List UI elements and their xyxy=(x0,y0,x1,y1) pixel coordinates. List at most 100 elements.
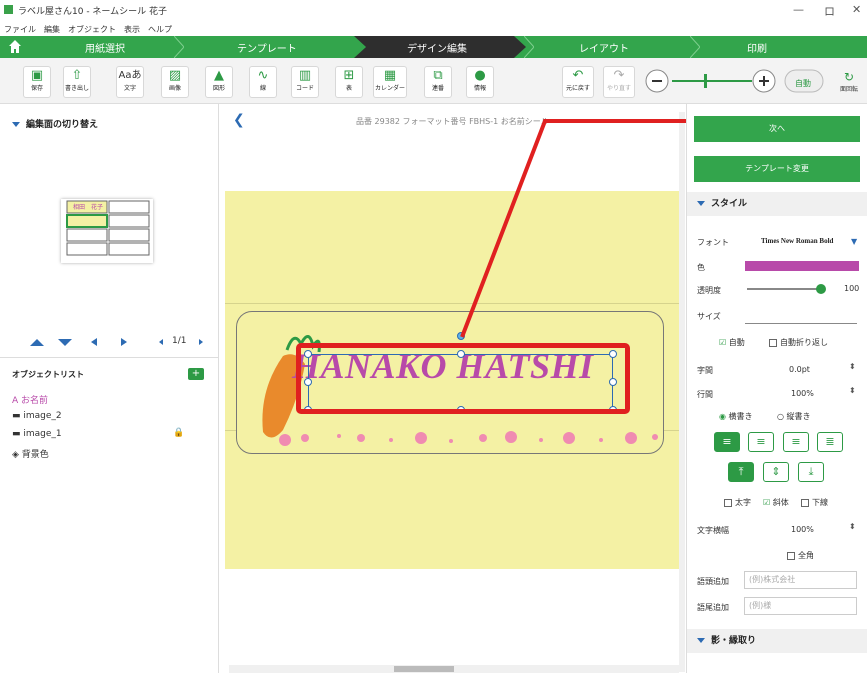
char-width-value[interactable]: 100% xyxy=(791,525,814,534)
window-title: ラベル屋さん10 - ネームシール 花子 xyxy=(18,7,168,17)
align-left-button[interactable]: ≡ xyxy=(714,432,740,452)
checkbox-icon xyxy=(787,551,795,560)
opacity-slider[interactable] xyxy=(745,282,831,296)
text-button[interactable]: Aaあ 文字 xyxy=(116,66,144,98)
rotate-button[interactable]: ↻ 面回転 xyxy=(836,70,862,93)
export-icon: ⇧ xyxy=(71,68,83,83)
prev-small-icon[interactable] xyxy=(159,339,163,345)
step-paper-select[interactable]: 用紙選択 xyxy=(85,40,125,55)
menu-object[interactable]: オブジェクト xyxy=(68,24,116,36)
rotate-handle[interactable] xyxy=(457,332,465,340)
spinner-icon[interactable]: ⬍ xyxy=(849,362,856,371)
edit-face-header[interactable]: 編集面の切り替え xyxy=(12,117,98,130)
line-spacing-value[interactable]: 100% xyxy=(791,389,814,398)
valign-top-button[interactable]: ⤒ xyxy=(728,462,754,482)
save-button[interactable]: ▣ 保存 xyxy=(23,66,51,98)
title-bar: ラベル屋さん10 - ネームシール 花子 — ロ ✕ xyxy=(0,0,867,24)
calendar-button[interactable]: ▦ カレンダー xyxy=(373,66,407,98)
step-layout[interactable]: レイアウト xyxy=(579,40,629,55)
step-design-edit[interactable]: デザイン編集 xyxy=(407,40,467,55)
barcode-button[interactable]: ▥ コード xyxy=(291,66,319,98)
add-folder-button[interactable]: + xyxy=(188,368,204,380)
vertical-radio[interactable]: ○ 縦書き xyxy=(777,411,811,422)
checked-icon: ☑ xyxy=(719,338,727,347)
bold-checkbox[interactable]: 太字 xyxy=(724,497,751,508)
collapse-icon xyxy=(697,201,705,206)
page-first-icon[interactable] xyxy=(30,339,44,346)
export-button[interactable]: ⇧ 書き出し xyxy=(63,66,91,98)
template-change-button[interactable]: テンプレート変更 xyxy=(694,156,860,182)
home-icon[interactable] xyxy=(9,40,21,53)
sequence-button[interactable]: ⧉ 連番 xyxy=(424,66,452,98)
page-thumbnail[interactable]: 相田 花子 xyxy=(61,199,153,263)
checkbox-icon xyxy=(769,338,777,347)
fullwidth-checkbox[interactable]: 全角 xyxy=(787,550,814,561)
menu-help[interactable]: ヘルプ xyxy=(148,24,172,36)
minimize-button[interactable]: — xyxy=(793,3,804,16)
zoom-auto-button[interactable]: 自動 xyxy=(795,78,811,89)
info-button[interactable]: ● 情報 xyxy=(466,66,494,98)
valign-middle-button[interactable]: ⇕ xyxy=(763,462,789,482)
lock-icon[interactable]: 🔒 xyxy=(173,428,184,438)
person-icon: ● xyxy=(474,68,486,83)
format-info: 品番 29382 フォーマット番号 FBHS-1 お名前シール xyxy=(356,117,549,126)
page-next-icon[interactable] xyxy=(121,338,127,346)
font-select[interactable]: Times New Roman Bold xyxy=(761,237,833,245)
maximize-button[interactable]: ロ xyxy=(824,3,835,19)
prefix-input[interactable]: (例)株式会社 xyxy=(744,571,857,589)
image-button[interactable]: ▨ 画像 xyxy=(161,66,189,98)
canvas-area: ❮ 品番 29382 フォーマット番号 FBHS-1 お名前シール HANAKO… xyxy=(218,104,685,673)
align-justify-button[interactable]: ≣ xyxy=(817,432,843,452)
step-template[interactable]: テンプレート xyxy=(237,40,297,55)
auto-wrap-checkbox[interactable]: 自動折り返し xyxy=(769,337,828,348)
collapse-left-icon[interactable]: ❮ xyxy=(233,112,245,128)
page-last-icon[interactable] xyxy=(58,339,72,346)
align-center-button[interactable]: ≡ xyxy=(748,432,774,452)
horizontal-radio[interactable]: ◉ 横書き xyxy=(719,411,753,422)
char-spacing-value[interactable]: 0.0pt xyxy=(789,365,810,374)
object-item-name[interactable]: A お名前 xyxy=(12,393,48,406)
spinner-icon[interactable]: ⬍ xyxy=(849,386,856,395)
scroll-thumb[interactable] xyxy=(394,666,454,672)
undo-button[interactable]: ↶ 元に戻す xyxy=(562,66,594,98)
checked-icon: ☑ xyxy=(763,498,771,507)
background-object-icon: ◈ xyxy=(12,450,19,460)
italic-checkbox[interactable]: ☑ 斜体 xyxy=(763,497,789,508)
close-button[interactable]: ✕ xyxy=(852,3,861,16)
size-input[interactable] xyxy=(745,323,857,324)
auto-checkbox[interactable]: ☑ 自動 xyxy=(719,337,745,348)
align-right-button[interactable]: ≡ xyxy=(783,432,809,452)
table-icon: ⊞ xyxy=(343,68,355,83)
style-section-header[interactable]: スタイル xyxy=(687,192,867,216)
barcode-icon: ▥ xyxy=(298,68,312,83)
shadow-section-header[interactable]: 影・縁取り xyxy=(687,629,867,653)
shape-button[interactable]: ▲ 図形 xyxy=(205,66,233,98)
next-button[interactable]: 次へ xyxy=(694,116,860,142)
highlight-box xyxy=(296,343,630,414)
app-icon xyxy=(4,5,13,14)
valign-bottom-button[interactable]: ⤓ xyxy=(798,462,824,482)
redo-button[interactable]: ↷ やり直す xyxy=(603,66,635,98)
collapse-icon xyxy=(12,122,20,127)
page-prev-icon[interactable] xyxy=(91,338,97,346)
horizontal-scrollbar[interactable] xyxy=(229,665,679,673)
text-object-icon: A xyxy=(12,396,19,406)
step-print[interactable]: 印刷 xyxy=(747,40,767,55)
vertical-scrollbar[interactable] xyxy=(679,112,685,672)
underline-checkbox[interactable]: 下線 xyxy=(801,497,828,508)
spinner-icon[interactable]: ⬍ xyxy=(849,522,856,531)
menu-bar: ファイル 編集 オブジェクト 表示 ヘルプ xyxy=(0,24,867,36)
object-item-image2[interactable]: ▬ image_2 xyxy=(12,411,62,421)
color-picker[interactable] xyxy=(745,261,859,271)
suffix-input[interactable]: (例)様 xyxy=(744,597,857,615)
table-button[interactable]: ⊞ 表 xyxy=(335,66,363,98)
line-button[interactable]: ∿ 線 xyxy=(249,66,277,98)
object-item-image1[interactable]: ▬ image_1 xyxy=(12,429,62,439)
menu-edit[interactable]: 編集 xyxy=(44,24,60,36)
menu-file[interactable]: ファイル xyxy=(4,24,36,36)
char-spacing-label: 字間 xyxy=(697,366,713,375)
next-small-icon[interactable] xyxy=(199,339,203,345)
chevron-down-icon[interactable]: ▼ xyxy=(851,237,857,246)
menu-view[interactable]: 表示 xyxy=(124,24,140,36)
object-item-background[interactable]: ◈ 背景色 xyxy=(12,447,49,460)
